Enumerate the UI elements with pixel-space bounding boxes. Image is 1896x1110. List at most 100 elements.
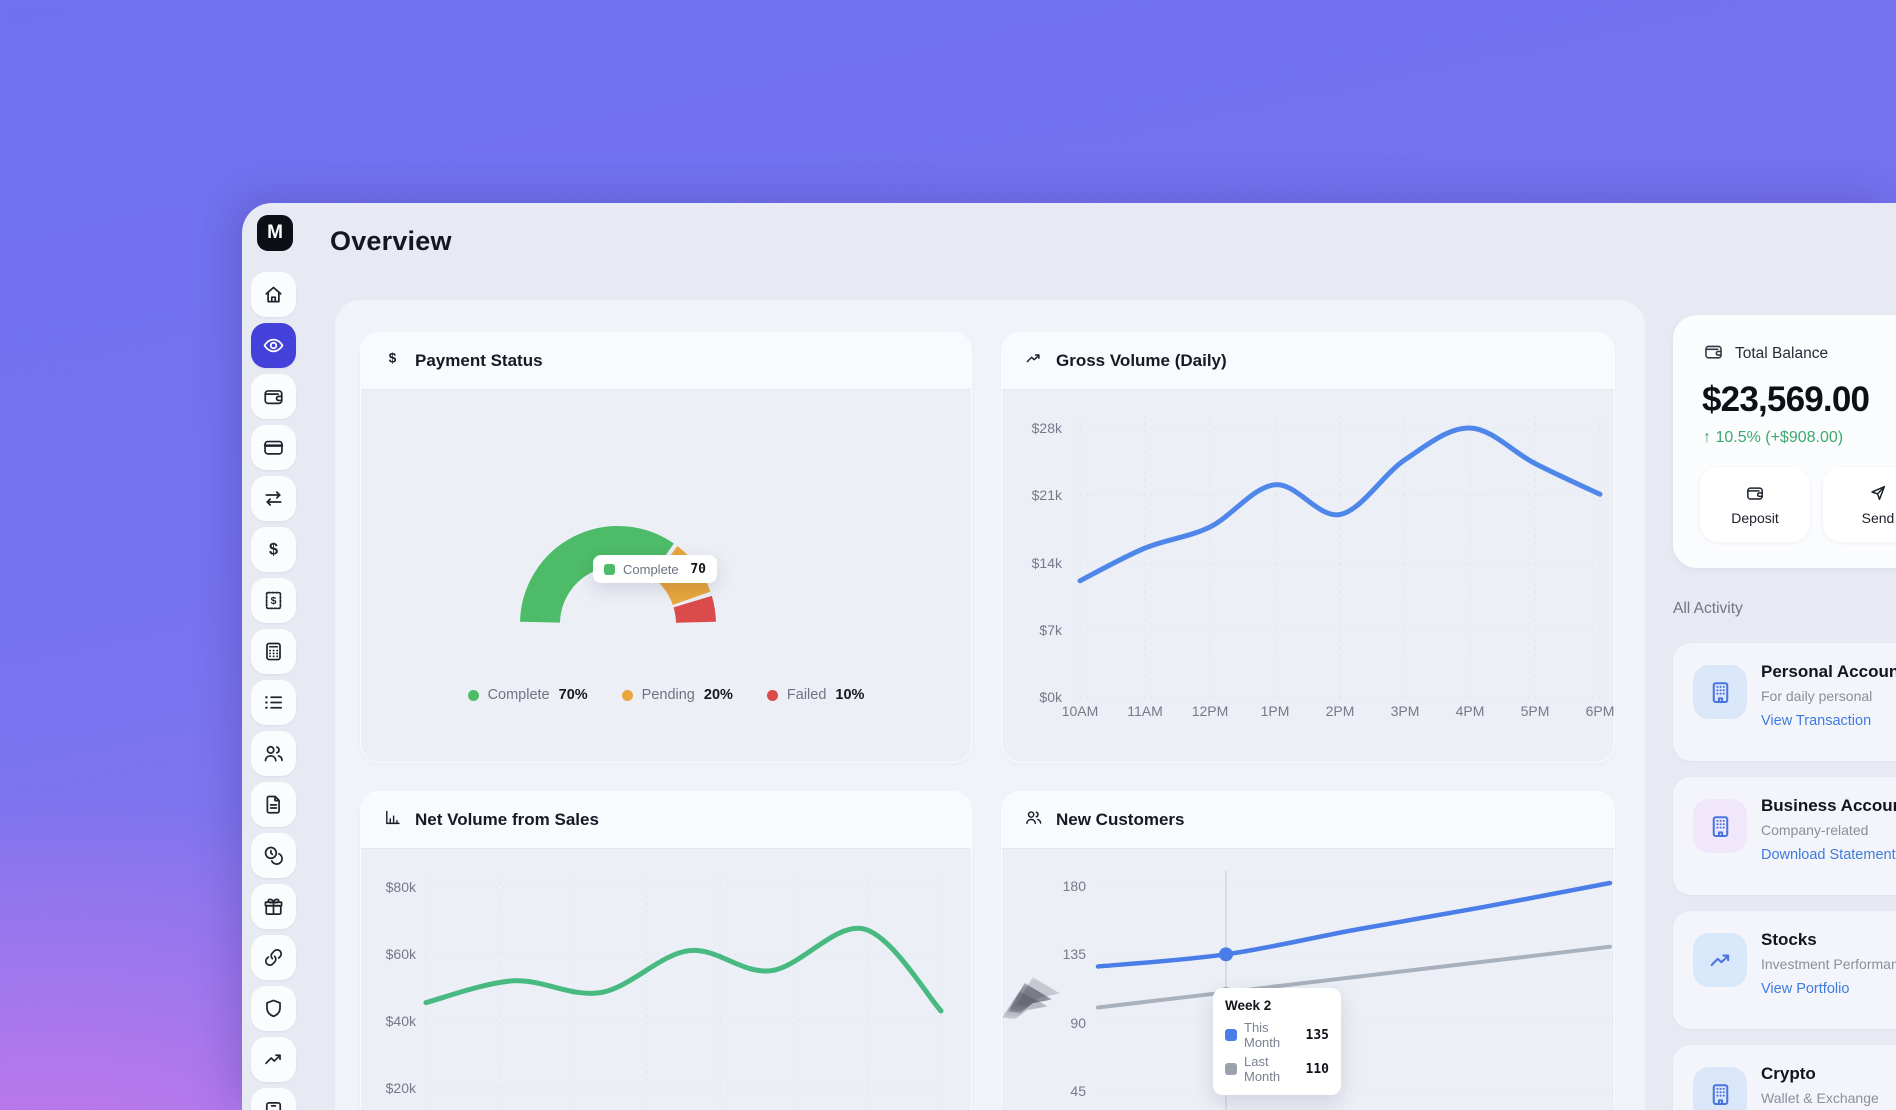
file-icon [262, 793, 285, 816]
card-net-volume: Net Volume from Sales $80k$60k$40k$20k [361, 792, 971, 1110]
activity-subtitle: Wallet & Exchange [1761, 1090, 1896, 1106]
svg-text:$: $ [389, 351, 397, 366]
sidebar-item-link[interactable] [251, 935, 296, 980]
legend-value: 20% [704, 687, 733, 703]
legend-item-complete: Complete70% [468, 687, 588, 703]
sidebar-item-coins[interactable] [251, 833, 296, 878]
sidebar-item-gift[interactable] [251, 884, 296, 929]
axis-tick-label: 1PM [1261, 703, 1290, 719]
wallet-icon [262, 385, 285, 408]
eye-icon [262, 334, 285, 357]
activity-text: Crypto Wallet & Exchange [1761, 1064, 1896, 1106]
building-icon [1707, 1081, 1734, 1108]
app-logo-letter: M [267, 222, 283, 244]
sidebar-item-calculator[interactable] [251, 629, 296, 674]
activity-title: Business Account [1761, 796, 1896, 816]
link-icon [262, 946, 285, 969]
building-icon [1707, 813, 1734, 840]
trend-icon [1024, 349, 1043, 368]
activity-card-business-account[interactable]: Business Account Company-related Download … [1673, 777, 1896, 895]
card-gross-volume: Gross Volume (Daily) $28k$21k$14k$7k$0k1… [1002, 333, 1614, 762]
card-payment-status: $ Payment Status Complete 70 Complete70%… [361, 333, 971, 762]
activity-card-crypto[interactable]: Crypto Wallet & Exchange [1673, 1045, 1896, 1110]
gauge-tooltip: Complete 70 [593, 555, 717, 583]
card-title: Net Volume from Sales [415, 810, 599, 830]
svg-text:$: $ [271, 595, 277, 607]
axis-tick-label: $28k [1002, 420, 1062, 436]
axis-tick-label: 45 [1002, 1083, 1086, 1099]
axis-tick-label: 6PM [1586, 703, 1614, 719]
dashboard-window: M Overview $$ $ Payment Status Complete … [242, 203, 1896, 1110]
legend-item-failed: Failed 10% [767, 687, 865, 703]
sidebar-item-trend[interactable] [251, 1037, 296, 1082]
activity-link[interactable]: View Portfolio [1761, 981, 1896, 997]
sidebar-item-shield[interactable] [251, 986, 296, 1031]
sidebar-item-eye[interactable] [251, 323, 296, 368]
gift-icon [262, 895, 285, 918]
activity-card-stocks[interactable]: Stocks Investment Performance View Portfol… [1673, 911, 1896, 1029]
trend-icon [262, 1048, 285, 1071]
tooltip-value: 110 [1306, 1062, 1329, 1077]
axis-tick-label: 135 [1002, 946, 1086, 962]
activity-link[interactable]: Download Statement [1761, 847, 1896, 863]
axis-tick-label: 2PM [1326, 703, 1355, 719]
activity-title: Crypto [1761, 1064, 1896, 1084]
payment-status-gauge-chart: Complete 70 Complete70%Pending20%Failed1… [361, 390, 971, 762]
activity-icon-tile [1693, 933, 1747, 987]
card-net-volume-header: Net Volume from Sales [361, 792, 971, 849]
activity-subtitle: For daily personal [1761, 688, 1896, 704]
sidebar: $$ [251, 272, 296, 1110]
activity-link[interactable]: View Transaction [1761, 713, 1896, 729]
card-title: Gross Volume (Daily) [1056, 351, 1227, 371]
activity-card-personal-account[interactable]: Personal AccountFor daily personalView T… [1673, 643, 1896, 761]
sidebar-item-credit-card[interactable] [251, 425, 296, 470]
total-balance-label: Total Balance [1735, 345, 1828, 363]
sidebar-item-list[interactable] [251, 680, 296, 725]
tooltip-label: Complete [623, 562, 682, 577]
activity-subtitle: Investment Performance [1761, 956, 1896, 972]
axis-tick-label: 11AM [1127, 703, 1163, 719]
tooltip-swatch [1225, 1029, 1237, 1041]
net-volume-svg [361, 849, 971, 1110]
desktop: { "app": { "logo_letter": "M", "page_tit… [0, 0, 1896, 1110]
sidebar-item-device[interactable] [251, 1088, 296, 1110]
legend-value: 10% [835, 687, 864, 703]
card-title: Payment Status [415, 351, 543, 371]
total-balance-card: Total Balance $23,569.00 ↑ 10.5% (+$908.… [1673, 315, 1896, 568]
tooltip-label: Last Month [1244, 1054, 1299, 1084]
dollar-icon: $ [383, 349, 402, 368]
bar-chart-icon [383, 808, 402, 832]
sidebar-item-dollar[interactable]: $ [251, 527, 296, 572]
sidebar-item-receipt[interactable]: $ [251, 578, 296, 623]
activity-text: Personal AccountFor daily personalView T… [1761, 662, 1896, 729]
app-logo[interactable]: M [257, 215, 293, 251]
card-new-customers-header: New Customers [1002, 792, 1614, 849]
sidebar-item-file[interactable] [251, 782, 296, 827]
legend-label: Failed [787, 687, 827, 703]
dollar-icon: $ [383, 349, 402, 373]
tooltip-value: 135 [1306, 1028, 1329, 1043]
button-label: Send [1862, 510, 1895, 526]
sidebar-item-wallet[interactable] [251, 374, 296, 419]
calculator-icon [262, 640, 285, 663]
sidebar-item-transfer[interactable] [251, 476, 296, 521]
dollar-icon: $ [262, 538, 285, 561]
activity-title: Stocks [1761, 930, 1896, 950]
send-button[interactable]: Send [1823, 467, 1896, 542]
deposit-button[interactable]: Deposit [1700, 467, 1810, 542]
home-icon [262, 283, 285, 306]
trend-icon [1707, 947, 1734, 974]
net-volume-line-chart: $80k$60k$40k$20k [361, 849, 971, 1110]
activity-subtitle: Company-related [1761, 822, 1896, 838]
sidebar-item-users[interactable] [251, 731, 296, 776]
axis-tick-label: $80k [361, 879, 416, 895]
wallet-icon [1703, 341, 1724, 367]
new-customers-line-chart: Week 2 This Month135Last Month110 180135… [1002, 849, 1614, 1110]
sidebar-item-home[interactable] [251, 272, 296, 317]
legend-dot [468, 690, 479, 701]
tooltip-row: This Month135 [1225, 1020, 1329, 1050]
activity-icon-tile [1693, 665, 1747, 719]
svg-text:$: $ [269, 541, 278, 559]
axis-tick-label: 10AM [1062, 703, 1099, 719]
card-new-customers: New Customers Week 2 This Month135Last M… [1002, 792, 1614, 1110]
